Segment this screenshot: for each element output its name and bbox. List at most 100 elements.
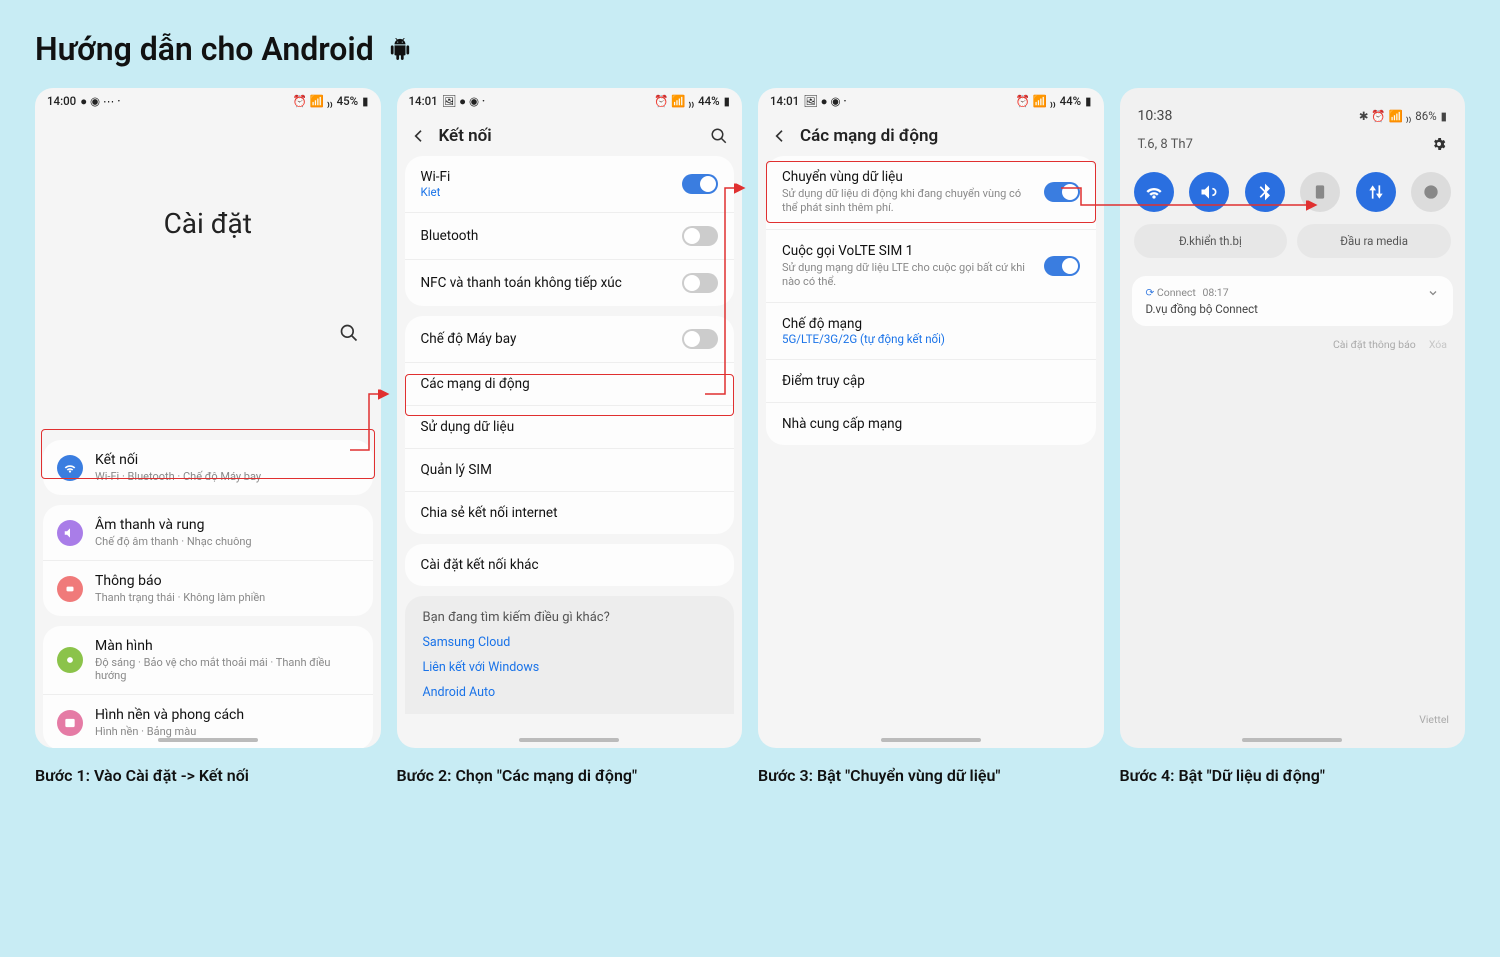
- status-bar: 14:01 🖼 ● ◉ · ⏰ 📶 ₎₎ 44% ▮: [758, 88, 1104, 112]
- row-nfc[interactable]: NFC và thanh toán không tiếp xúc: [405, 259, 735, 306]
- android-icon: [389, 37, 411, 61]
- wifi-name: Kiet: [421, 185, 673, 199]
- row-mobile-networks[interactable]: Các mạng di động: [405, 362, 735, 405]
- row-notif-title: Thông báo: [95, 573, 265, 589]
- row-tether[interactable]: Chia sẻ kết nối internet: [405, 491, 735, 534]
- back-icon[interactable]: [772, 128, 788, 144]
- status-time: 14:00: [47, 94, 76, 108]
- notif-time: 08:17: [1202, 286, 1228, 299]
- toggle-bluetooth[interactable]: [682, 226, 718, 246]
- data-label: Sử dụng dữ liệu: [421, 419, 515, 435]
- header-title: Kết nối: [439, 126, 699, 146]
- row-network-mode[interactable]: Chế độ mạng 5G/LTE/3G/2G (tự động kết nố…: [766, 302, 1096, 359]
- mode-sub: 5G/LTE/3G/2G (tự động kết nối): [782, 332, 1080, 346]
- status-bar: 14:00 ● ◉ ⋯ · ⏰ 📶 ₎₎ 45% ▮: [35, 88, 381, 112]
- row-provider[interactable]: Nhà cung cấp mạng: [766, 402, 1096, 445]
- status-icons-right: ⏰ 📶 ₎₎: [654, 94, 694, 108]
- mob-label: Các mạng di động: [421, 376, 530, 392]
- mode-title: Chế độ mạng: [782, 316, 1080, 332]
- status-time: 14:01: [409, 94, 438, 108]
- caption-1: Bước 1: Vào Cài đặt -> Kết nối: [35, 766, 381, 785]
- back-icon[interactable]: [411, 128, 427, 144]
- status-battery: 44%: [1060, 94, 1082, 108]
- status-battery: 86%: [1415, 109, 1436, 123]
- status-icons-right: ⏰ 📶 ₎₎: [1015, 94, 1055, 108]
- volte-desc: Sử dụng mạng dữ liệu LTE cho cuộc gọi bấ…: [782, 261, 1034, 290]
- row-roaming[interactable]: Chuyển vùng dữ liệu Sử dụng dữ liệu di đ…: [766, 156, 1096, 229]
- qs-dnd[interactable]: [1411, 172, 1451, 212]
- gesture-bar: [881, 738, 981, 742]
- row-bluetooth[interactable]: Bluetooth: [405, 212, 735, 259]
- row-wifi[interactable]: Wi-Fi Kiet: [405, 156, 735, 212]
- row-volte[interactable]: Cuộc gọi VoLTE SIM 1 Sử dụng mạng dữ liệ…: [766, 229, 1096, 303]
- settings-screen: 14:00 ● ◉ ⋯ · ⏰ 📶 ₎₎ 45% ▮ Cài đặt: [35, 88, 381, 748]
- header-title: Các mạng di động: [800, 126, 1090, 146]
- link-android-auto[interactable]: Android Auto: [423, 685, 717, 700]
- apn-label: Điểm truy cập: [782, 373, 865, 389]
- toggle-airplane[interactable]: [682, 329, 718, 349]
- notification-card[interactable]: ⟳ Connect 08:17 D.vụ đồng bộ Connect: [1132, 276, 1454, 326]
- qs-mobile-data[interactable]: [1356, 172, 1396, 212]
- row-notif-sub: Thanh trạng thái · Không làm phiền: [95, 591, 265, 604]
- toggle-nfc[interactable]: [682, 273, 718, 293]
- plane-label: Chế độ Máy bay: [421, 331, 517, 347]
- chevron-down-icon[interactable]: [1427, 287, 1439, 299]
- row-sound[interactable]: Âm thanh và rung Chế độ âm thanh · Nhạc …: [43, 505, 373, 560]
- gesture-bar: [1242, 738, 1342, 742]
- nfc-label: NFC và thanh toán không tiếp xúc: [421, 275, 622, 291]
- notif-body: D.vụ đồng bộ Connect: [1146, 302, 1440, 316]
- battery-icon: ▮: [362, 94, 368, 108]
- link-windows[interactable]: Liên kết với Windows: [423, 660, 717, 675]
- notif-settings-link[interactable]: Cài đặt thông báo: [1333, 338, 1416, 351]
- row-apn[interactable]: Điểm truy cập: [766, 359, 1096, 402]
- status-icons-left: 🖼 ● ◉ ·: [442, 94, 485, 108]
- media-output-button[interactable]: Đầu ra media: [1297, 224, 1451, 258]
- qs-rotate[interactable]: [1300, 172, 1340, 212]
- row-sound-sub: Chế độ âm thanh · Nhạc chuông: [95, 535, 252, 548]
- link-samsung-cloud[interactable]: Samsung Cloud: [423, 635, 717, 650]
- share-label: Chia sẻ kết nối internet: [421, 505, 558, 521]
- quick-settings-screen: 10:38 ✱ ⏰ 📶 ₎₎ 86% ▮ T.6, 8 Th7: [1120, 88, 1466, 748]
- qs-wifi[interactable]: [1134, 172, 1174, 212]
- toggle-volte[interactable]: [1044, 256, 1080, 276]
- volte-title: Cuộc gọi VoLTE SIM 1: [782, 243, 1034, 259]
- status-battery: 44%: [698, 94, 720, 108]
- prov-label: Nhà cung cấp mạng: [782, 416, 902, 432]
- status-time: 14:01: [770, 94, 799, 108]
- row-sim[interactable]: Quản lý SIM: [405, 448, 735, 491]
- settings-title: Cài đặt: [35, 207, 381, 240]
- wifi-icon: [63, 461, 77, 475]
- brightness-icon: [63, 653, 77, 667]
- status-icons-right: ⏰ 📶 ₎₎: [292, 94, 332, 108]
- speaker-icon: [63, 526, 77, 540]
- qs-bluetooth[interactable]: [1245, 172, 1285, 212]
- gallery-icon: [63, 716, 77, 730]
- row-more-conn[interactable]: Cài đặt kết nối khác: [405, 544, 735, 586]
- roam-title: Chuyển vùng dữ liệu: [782, 169, 1034, 185]
- connections-screen: 14:01 🖼 ● ◉ · ⏰ 📶 ₎₎ 44% ▮ Kết nối: [397, 88, 743, 748]
- row-data-usage[interactable]: Sử dụng dữ liệu: [405, 405, 735, 448]
- roam-desc: Sử dụng dữ liệu di động khi đang chuyển …: [782, 187, 1034, 216]
- row-display-sub: Độ sáng · Bảo vệ cho mắt thoải mái · Tha…: [95, 656, 359, 682]
- toggle-roaming[interactable]: [1044, 182, 1080, 202]
- notif-clear-link[interactable]: Xóa: [1429, 338, 1447, 351]
- toggle-wifi[interactable]: [682, 174, 718, 194]
- wifi-label: Wi-Fi: [421, 169, 673, 185]
- gesture-bar: [519, 738, 619, 742]
- row-sound-title: Âm thanh và rung: [95, 517, 252, 533]
- status-icons-left: ● ◉ ⋯ ·: [80, 94, 120, 108]
- search-icon[interactable]: [710, 127, 728, 145]
- row-notifications[interactable]: Thông báo Thanh trạng thái · Không làm p…: [43, 560, 373, 616]
- row-airplane[interactable]: Chế độ Máy bay: [405, 316, 735, 362]
- status-icons-left: 🖼 ● ◉ ·: [803, 94, 846, 108]
- status-bar: 14:01 🖼 ● ◉ · ⏰ 📶 ₎₎ 44% ▮: [397, 88, 743, 112]
- row-connections[interactable]: Kết nối Wi-Fi · Bluetooth · Chế độ Máy b…: [43, 440, 373, 495]
- gear-icon[interactable]: [1431, 136, 1447, 152]
- search-icon[interactable]: [339, 323, 359, 343]
- row-display[interactable]: Màn hình Độ sáng · Bảo vệ cho mắt thoải …: [43, 626, 373, 694]
- row-wall-sub: Hình nền · Bảng màu: [95, 725, 244, 738]
- row-connections-title: Kết nối: [95, 452, 261, 468]
- device-control-button[interactable]: Đ.khiển th.bị: [1134, 224, 1288, 258]
- status-icons-right: ✱ ⏰ 📶 ₎₎: [1359, 109, 1411, 123]
- qs-sound[interactable]: [1189, 172, 1229, 212]
